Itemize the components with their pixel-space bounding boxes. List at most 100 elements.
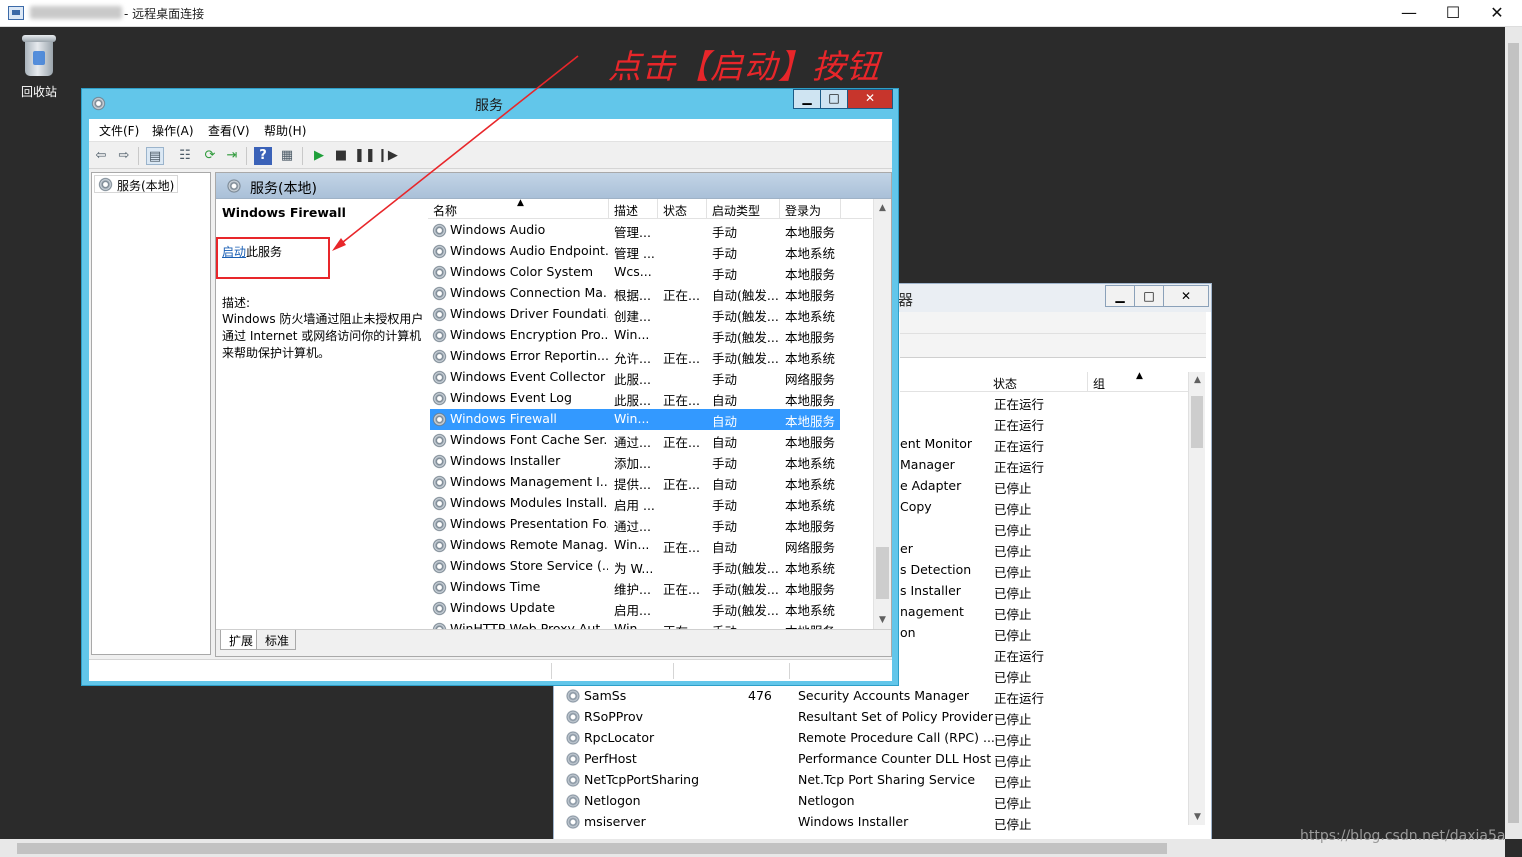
service-row[interactable]: Windows Font Cache Ser... 通过... 正在... 自动 本地服… — [430, 430, 840, 451]
pause-service-icon[interactable]: ❚❚ — [354, 147, 376, 165]
list-scroll-thumb[interactable] — [876, 547, 889, 599]
service-log-on-as: 网络服务 — [785, 540, 836, 555]
service-status: 正在... — [663, 351, 700, 366]
column-description[interactable]: 描述 — [614, 202, 638, 219]
service-row[interactable]: Windows Color System Wcs... 手动 本地服务 — [430, 262, 840, 283]
scroll-up-icon[interactable]: ▲ — [1189, 372, 1206, 388]
service-row[interactable]: Windows Error Reportin... 允许... 正在... 手动(触发… — [430, 346, 840, 367]
column-startup-type[interactable]: 启动类型 — [712, 202, 760, 219]
bg-toolbar — [900, 334, 1206, 358]
scroll-down-icon[interactable]: ▼ — [1189, 809, 1206, 825]
bg-minimize-button[interactable]: ▁ — [1105, 285, 1135, 307]
properties-icon[interactable]: ☷ — [176, 147, 194, 165]
service-row[interactable]: Windows Audio 管理... 手动 本地服务 — [430, 220, 840, 241]
bg-list-item[interactable]: PerfHost Performance Counter DLL Host 已停止 — [564, 749, 1184, 770]
stop-service-icon[interactable]: ■ — [332, 147, 350, 165]
start-service-icon[interactable]: ▶ — [310, 147, 328, 165]
service-row[interactable]: Windows Remote Manag... Win... 正在... 自动 网络服务 — [430, 535, 840, 556]
service-description: 此服... — [614, 372, 651, 387]
service-row[interactable]: Windows Encryption Pro... Win... 手动(触发... 本… — [430, 325, 840, 346]
bg-scroll-thumb[interactable] — [1191, 396, 1203, 448]
rdp-close-button[interactable]: ✕ — [1474, 0, 1520, 27]
rdp-vertical-thumb[interactable] — [1508, 43, 1519, 823]
rdp-maximize-button[interactable]: ☐ — [1430, 0, 1476, 27]
bg-list-item[interactable]: RSoPProv Resultant Set of Policy Provider… — [564, 707, 1184, 728]
bg-item-description: Manager — [900, 457, 955, 472]
menu-view[interactable]: 查看(V) — [208, 122, 250, 139]
menu-help[interactable]: 帮助(H) — [264, 122, 306, 139]
service-startup-type: 自动(触发... — [712, 288, 779, 303]
export-list-icon[interactable]: ⇥ — [223, 147, 241, 165]
description-text: Windows 防火墙通过阻止未授权用户通过 Internet 或网络访问你的计… — [222, 312, 424, 360]
rdp-minimize-button[interactable]: — — [1386, 0, 1432, 27]
rdp-vertical-scrollbar[interactable] — [1505, 27, 1522, 839]
column-name[interactable]: 名称 — [433, 202, 457, 219]
service-row[interactable]: Windows Event Collector 此服... 手动 网络服务 — [430, 367, 840, 388]
bg-item-status: 正在运行 — [994, 439, 1045, 454]
console-tree-icon[interactable]: ▤ — [146, 147, 164, 165]
show-hide-icon[interactable]: ▦ — [278, 147, 296, 165]
service-row[interactable]: Windows Modules Install... 启用 ... 手动 本地系统 — [430, 493, 840, 514]
bg-column-status[interactable]: 状态 — [993, 375, 1017, 392]
tab-standard[interactable]: 标准 — [256, 630, 297, 650]
service-startup-type: 手动 — [712, 519, 738, 534]
list-vertical-scrollbar[interactable]: ▲ ▼ — [873, 199, 891, 629]
service-row[interactable]: Windows Audio Endpoint... 管理 ... 手动 本地系统 — [430, 241, 840, 262]
help-icon[interactable]: ? — [254, 147, 272, 165]
service-row[interactable]: Windows Driver Foundati... 创建... 手动(触发... 本… — [430, 304, 840, 325]
tree-item-services-local[interactable]: 服务(本地) — [94, 175, 179, 193]
forward-arrow-icon[interactable]: ⇨ — [115, 147, 133, 165]
scroll-up-icon[interactable]: ▲ — [874, 200, 891, 216]
bg-vertical-scrollbar[interactable]: ▲ ▼ — [1188, 372, 1205, 825]
service-row[interactable]: Windows Management I... 提供... 正在... 自动 本地系统 — [430, 472, 840, 493]
service-row[interactable]: Windows Presentation Fo... 通过... 手动 本地服务 — [430, 514, 840, 535]
service-log-on-as: 本地服务 — [785, 267, 836, 282]
services-close-button[interactable]: ✕ — [847, 89, 893, 109]
recycle-bin[interactable]: 回收站 — [10, 33, 68, 105]
bg-list-item[interactable]: RpcLocator Remote Procedure Call (RPC) ..… — [564, 728, 1184, 749]
bg-maximize-button[interactable]: □ — [1134, 285, 1164, 307]
rdp-horizontal-thumb[interactable] — [17, 843, 1167, 854]
bg-close-button[interactable]: ✕ — [1163, 285, 1209, 307]
service-log-on-as: 本地系统 — [785, 477, 836, 492]
bg-item-name: Netlogon — [584, 793, 641, 808]
menu-action[interactable]: 操作(A) — [152, 122, 194, 139]
service-row[interactable]: Windows Store Service (... 为 W... 手动(触发...… — [430, 556, 840, 577]
service-row[interactable]: Windows Event Log 此服... 正在... 自动 本地服务 — [430, 388, 840, 409]
service-name: Windows Connection Ma... — [450, 285, 608, 300]
back-arrow-icon[interactable]: ⇦ — [92, 147, 110, 165]
refresh-icon[interactable]: ⟳ — [201, 147, 219, 165]
services-maximize-button[interactable]: □ — [820, 89, 848, 109]
service-startup-type: 手动 — [712, 225, 738, 240]
service-row[interactable]: Windows Firewall Win... 自动 本地服务 — [430, 409, 840, 430]
service-name: WinHTTP Web Proxy Aut... — [450, 621, 608, 629]
bg-list-item[interactable]: SamSs 476 Security Accounts Manager 正在运行 — [564, 686, 1184, 707]
service-startup-type: 自动 — [712, 393, 738, 408]
service-name: Windows Remote Manag... — [450, 537, 608, 552]
tab-extended[interactable]: 扩展 — [220, 630, 261, 650]
service-log-on-as: 本地系统 — [785, 351, 836, 366]
column-log-on-as[interactable]: 登录为 — [785, 202, 821, 219]
services-list: 名称 ▲ 描述 状态 启动类型 登录为 Windows Audio 管理... 手动… — [427, 199, 891, 629]
bg-item-status: 已停止 — [994, 565, 1032, 580]
bg-list-header: 状态 组 ▲ — [900, 371, 1188, 392]
column-status[interactable]: 状态 — [663, 202, 687, 219]
bg-list-item[interactable]: Netlogon Netlogon 已停止 — [564, 791, 1184, 812]
service-row[interactable]: Windows Installer 添加... 手动 本地系统 — [430, 451, 840, 472]
bg-column-group[interactable]: 组 — [1093, 375, 1105, 392]
service-gear-icon — [432, 433, 447, 448]
service-description: 管理... — [614, 225, 651, 240]
service-log-on-as: 本地服务 — [785, 414, 836, 429]
service-row[interactable]: Windows Connection Ma... 根据... 正在... 自动(触发.… — [430, 283, 840, 304]
bg-list-item[interactable]: msiserver Windows Installer 已停止 — [564, 812, 1184, 833]
rdp-horizontal-scrollbar[interactable] — [0, 839, 1505, 857]
services-minimize-button[interactable]: ▁ — [793, 89, 821, 109]
menu-file[interactable]: 文件(F) — [99, 122, 139, 139]
restart-service-icon[interactable]: ❙▶ — [377, 147, 398, 165]
service-row[interactable]: Windows Update 启用... 手动(触发... 本地系统 — [430, 598, 840, 619]
scroll-down-icon[interactable]: ▼ — [874, 612, 891, 628]
service-row[interactable]: WinHTTP Web Proxy Aut... Win... 正在...手动本地服… — [430, 619, 840, 629]
bg-list-item[interactable]: NetTcpPortSharing Net.Tcp Port Sharing Se… — [564, 770, 1184, 791]
service-startup-type: 自动 — [712, 414, 738, 429]
service-row[interactable]: Windows Time 维护... 正在... 手动(触发... 本地服务 — [430, 577, 840, 598]
